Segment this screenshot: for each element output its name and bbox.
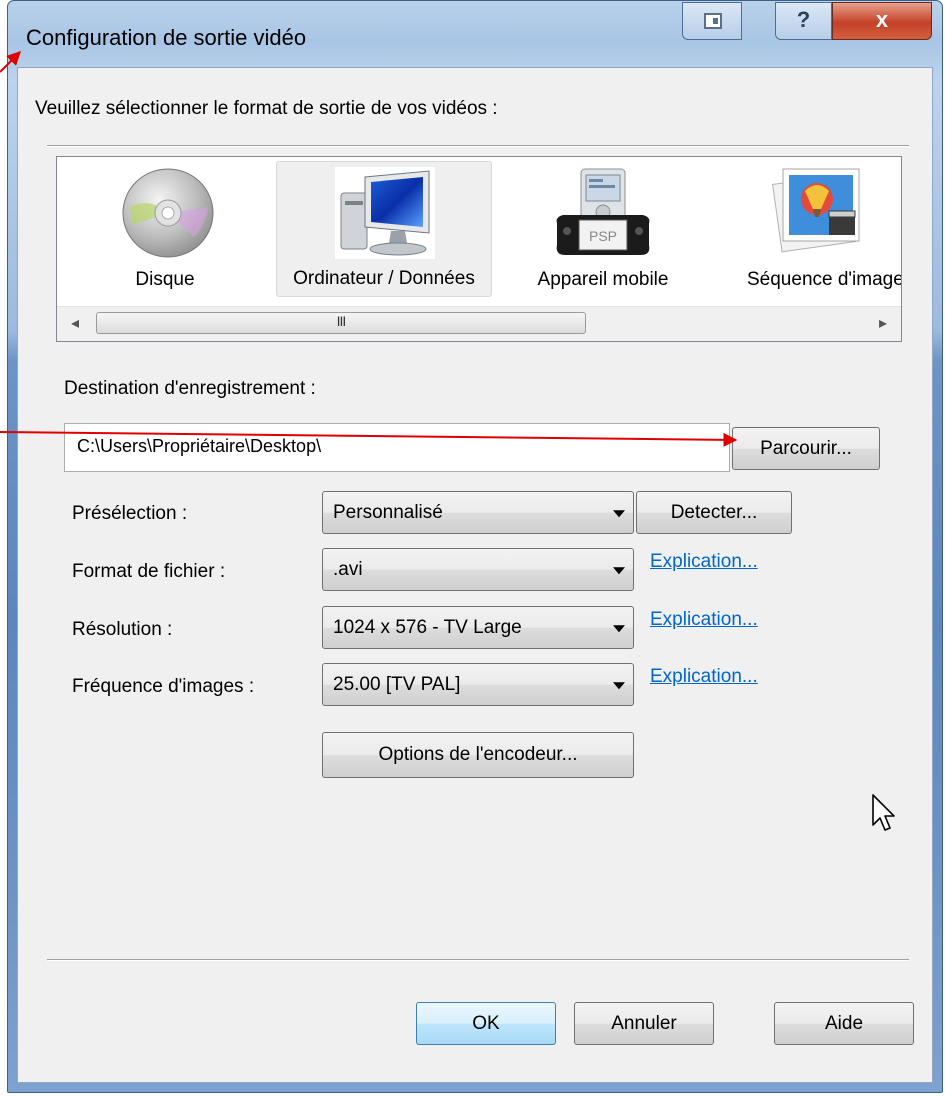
scrollbar-thumb[interactable]: III — [96, 312, 586, 334]
chevron-down-icon — [613, 681, 625, 689]
file-format-label: Format de fichier : — [72, 561, 226, 582]
ok-button-label: OK — [472, 1012, 500, 1034]
output-format-gallery[interactable]: Disque Ordinateur / Données PSP Appareil… — [56, 156, 902, 342]
window-extra-button[interactable] — [682, 2, 742, 40]
resolution-explanation-link[interactable]: Explication... — [650, 609, 758, 631]
encoder-options-label: Options de l'encodeur... — [378, 744, 578, 765]
close-icon: x — [875, 7, 889, 32]
bottom-separator — [47, 959, 909, 961]
title-bar[interactable]: Configuration de sortie vidéo ? x — [8, 1, 942, 67]
resolution-label: Résolution : — [72, 619, 173, 640]
window-switch-icon — [704, 13, 722, 29]
chevron-down-icon — [613, 509, 625, 517]
top-separator — [47, 145, 909, 147]
destination-path-field[interactable]: C:\Users\Propriétaire\Desktop\ — [64, 423, 730, 472]
browse-button-label: Parcourir... — [760, 437, 852, 459]
dialog-window: Configuration de sortie vidéo ? x Veuill… — [7, 0, 943, 1093]
preset-value: Personnalisé — [333, 501, 443, 523]
dialog-content: Veuillez sélectionner le format de sorti… — [17, 67, 933, 1083]
file-format-select[interactable]: .avi — [322, 548, 634, 591]
help-button[interactable]: Aide — [774, 1002, 914, 1045]
disc-icon — [122, 168, 214, 258]
format-label-image-sequence: Séquence d'image — [747, 269, 902, 290]
format-label-disc: Disque — [135, 269, 195, 290]
scroll-left-icon[interactable]: ◂ — [71, 313, 79, 333]
help-title-button[interactable]: ? — [775, 2, 832, 40]
gallery-scrollbar[interactable]: ◂ III ▸ — [57, 306, 901, 341]
cancel-button-label: Annuler — [611, 1012, 677, 1034]
scroll-right-icon[interactable]: ▸ — [879, 313, 887, 333]
file-format-explanation-link[interactable]: Explication... — [650, 551, 758, 573]
ok-button[interactable]: OK — [416, 1002, 556, 1045]
preset-select[interactable]: Personnalisé — [322, 491, 634, 534]
framerate-explanation-link[interactable]: Explication... — [650, 666, 758, 688]
scrollbar-grip-icon: III — [336, 313, 347, 329]
help-button-label: Aide — [824, 1012, 864, 1034]
chevron-down-icon — [613, 624, 625, 632]
format-label-computer: Ordinateur / Données — [293, 268, 475, 289]
help-icon: ? — [796, 7, 811, 32]
preset-label: Présélection : — [72, 503, 188, 524]
format-item-mobile[interactable]: PSP Appareil mobile — [509, 161, 697, 297]
computer-icon — [335, 167, 435, 259]
psp-device-icon: PSP — [556, 168, 650, 255]
framerate-value: 25.00 [TV PAL] — [333, 673, 461, 695]
encoder-options-button[interactable]: Options de l'encodeur... — [322, 732, 634, 778]
image-sequence-icon — [772, 168, 860, 253]
framerate-label: Fréquence d'images : — [72, 676, 255, 697]
format-item-image-sequence[interactable]: Séquence d'image — [717, 161, 902, 297]
format-item-disc[interactable]: Disque — [65, 161, 265, 297]
detect-button[interactable]: Detecter... — [636, 491, 792, 534]
format-label-mobile: Appareil mobile — [537, 269, 669, 290]
resolution-value: 1024 x 576 - TV Large — [333, 616, 522, 638]
window-title: Configuration de sortie vidéo — [26, 25, 307, 50]
format-item-computer[interactable]: Ordinateur / Données — [276, 161, 492, 297]
cancel-button[interactable]: Annuler — [574, 1002, 714, 1045]
destination-label: Destination d'enregistrement : — [64, 378, 316, 399]
framerate-select[interactable]: 25.00 [TV PAL] — [322, 663, 634, 706]
resolution-select[interactable]: 1024 x 576 - TV Large — [322, 606, 634, 649]
browse-button[interactable]: Parcourir... — [732, 427, 880, 470]
chevron-down-icon — [613, 566, 625, 574]
instruction-text: Veuillez sélectionner le format de sorti… — [35, 98, 498, 119]
file-format-value: .avi — [333, 558, 363, 580]
detect-button-label: Detecter... — [670, 501, 758, 523]
close-button[interactable]: x — [832, 2, 932, 40]
psp-screen-text: PSP — [589, 228, 617, 244]
mouse-cursor-icon — [872, 794, 895, 831]
